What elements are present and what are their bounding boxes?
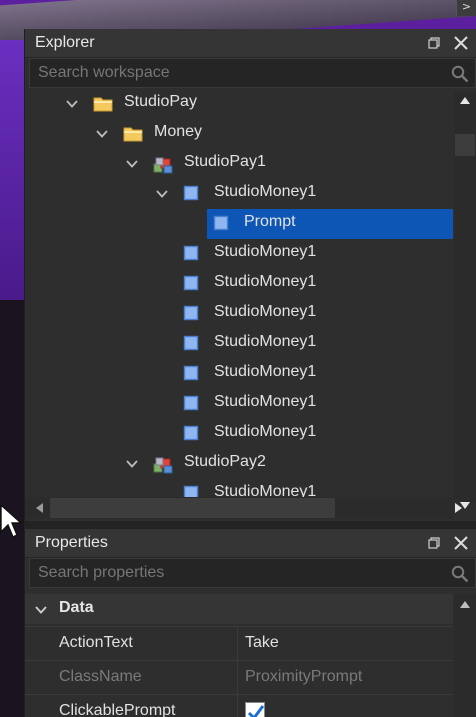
column-separator xyxy=(237,627,238,661)
tree-item[interactable]: Money xyxy=(25,119,453,149)
category-label: Data xyxy=(59,599,94,616)
scroll-up-arrow-icon[interactable] xyxy=(460,96,470,104)
properties-search xyxy=(29,558,476,588)
column-separator xyxy=(237,661,238,695)
part-icon xyxy=(183,275,203,293)
tree-item-label: StudioMoney1 xyxy=(214,393,317,410)
property-name: ClickablePrompt xyxy=(59,702,176,717)
scroll-thumb[interactable] xyxy=(455,134,475,156)
property-value-input[interactable]: Take xyxy=(245,634,279,652)
panel-splitter[interactable] xyxy=(24,521,476,529)
explorer-tree: StudioPay Money StudioPay1 StudioMoney1 Prom… xyxy=(25,92,453,497)
explorer-panel: Explorer StudioPay Money StudioPay1 StudioM… xyxy=(24,29,476,521)
tree-item[interactable]: StudioMoney1 xyxy=(25,269,453,299)
tree-item-label: StudioMoney1 xyxy=(214,243,317,260)
property-row-actiontext[interactable]: ActionText Take xyxy=(25,626,453,661)
tree-item-label: Prompt xyxy=(244,213,296,230)
scroll-up-arrow-icon[interactable] xyxy=(460,600,470,608)
search-icon[interactable] xyxy=(451,565,469,583)
tree-item[interactable]: StudioMoney1 xyxy=(25,359,453,389)
restore-icon[interactable] xyxy=(425,34,443,52)
part-icon xyxy=(183,365,203,383)
explorer-horizontal-scrollbar[interactable] xyxy=(25,497,462,519)
model-icon xyxy=(153,155,173,174)
tree-item-label: StudioMoney1 xyxy=(214,303,317,320)
properties-vertical-scrollbar[interactable] xyxy=(454,594,476,717)
tree-item-label: Money xyxy=(154,123,203,140)
tree-item-label: StudioMoney1 xyxy=(214,483,317,497)
tree-item-label: StudioMoney1 xyxy=(214,423,317,440)
part-icon xyxy=(183,395,203,413)
properties-title: Properties xyxy=(35,534,108,551)
chevron-down-icon[interactable] xyxy=(95,127,109,141)
folder-icon xyxy=(93,95,113,113)
column-separator xyxy=(237,695,238,717)
part-icon xyxy=(183,485,203,497)
chevron-down-icon[interactable] xyxy=(125,457,139,471)
tree-item-label: StudioMoney1 xyxy=(214,183,317,200)
model-icon xyxy=(153,455,173,474)
mouse-cursor-icon xyxy=(0,504,22,538)
tree-item-label: StudioPay xyxy=(124,93,197,110)
tree-item[interactable]: StudioMoney1 xyxy=(25,419,453,449)
tree-item[interactable]: StudioPay1 xyxy=(25,149,453,179)
tree-item-label: StudioMoney1 xyxy=(214,273,317,290)
tree-item[interactable]: StudioPay2 xyxy=(25,449,453,479)
tree-item[interactable]: StudioPay xyxy=(25,92,453,119)
restore-icon[interactable] xyxy=(425,534,443,552)
tree-item-selected[interactable]: Prompt xyxy=(25,209,453,239)
chevron-down-icon[interactable] xyxy=(125,157,139,171)
close-icon[interactable] xyxy=(452,34,470,52)
clickableprompt-checkbox[interactable] xyxy=(245,702,265,717)
tree-item-label: StudioMoney1 xyxy=(214,333,317,350)
part-icon xyxy=(183,335,203,353)
properties-search-input[interactable] xyxy=(30,559,475,587)
scroll-left-arrow-icon[interactable] xyxy=(35,503,43,513)
tree-item-label: StudioMoney1 xyxy=(214,363,317,380)
chevron-down-icon[interactable] xyxy=(34,603,48,617)
properties-panel: Properties Data ActionText Take ClassNam… xyxy=(24,529,476,717)
part-icon xyxy=(213,215,233,233)
part-icon xyxy=(183,305,203,323)
explorer-title: Explorer xyxy=(35,34,95,51)
tree-item[interactable]: StudioMoney1 xyxy=(25,329,453,359)
tree-item[interactable]: StudioMoney1 xyxy=(25,239,453,269)
chevron-down-icon[interactable] xyxy=(65,97,79,111)
explorer-search xyxy=(29,58,476,88)
property-row-clickableprompt[interactable]: ClickablePrompt xyxy=(25,694,453,717)
property-name: ClassName xyxy=(59,668,142,685)
part-icon xyxy=(183,425,203,443)
property-name: ActionText xyxy=(59,634,133,651)
property-row-classname: ClassName ProximityPrompt xyxy=(25,660,453,695)
horizontal-scroll-thumb[interactable] xyxy=(50,498,335,518)
property-category-data[interactable]: Data xyxy=(25,594,453,624)
explorer-search-input[interactable] xyxy=(30,59,475,87)
checkmark-icon xyxy=(247,705,265,717)
scroll-right-arrow-icon[interactable] xyxy=(455,503,463,513)
explorer-header: Explorer xyxy=(25,29,476,58)
search-icon[interactable] xyxy=(451,65,469,83)
close-icon[interactable] xyxy=(452,534,470,552)
tree-item[interactable]: StudioMoney1 xyxy=(25,389,453,419)
explorer-vertical-scrollbar[interactable] xyxy=(454,92,476,509)
chevron-down-icon[interactable] xyxy=(155,187,169,201)
tree-item[interactable]: StudioMoney1 xyxy=(25,299,453,329)
tree-item[interactable]: StudioMoney1 xyxy=(25,179,453,209)
part-icon xyxy=(183,245,203,263)
tree-item[interactable]: StudioMoney1 xyxy=(25,479,453,497)
part-icon xyxy=(183,185,203,203)
viewport-corner-arrow-icon[interactable]: > xyxy=(456,0,476,16)
folder-icon xyxy=(123,125,143,143)
property-value: ProximityPrompt xyxy=(245,668,363,685)
tree-item-label: StudioPay2 xyxy=(184,453,266,470)
tree-item-label: StudioPay1 xyxy=(184,153,266,170)
properties-header: Properties xyxy=(25,529,476,558)
